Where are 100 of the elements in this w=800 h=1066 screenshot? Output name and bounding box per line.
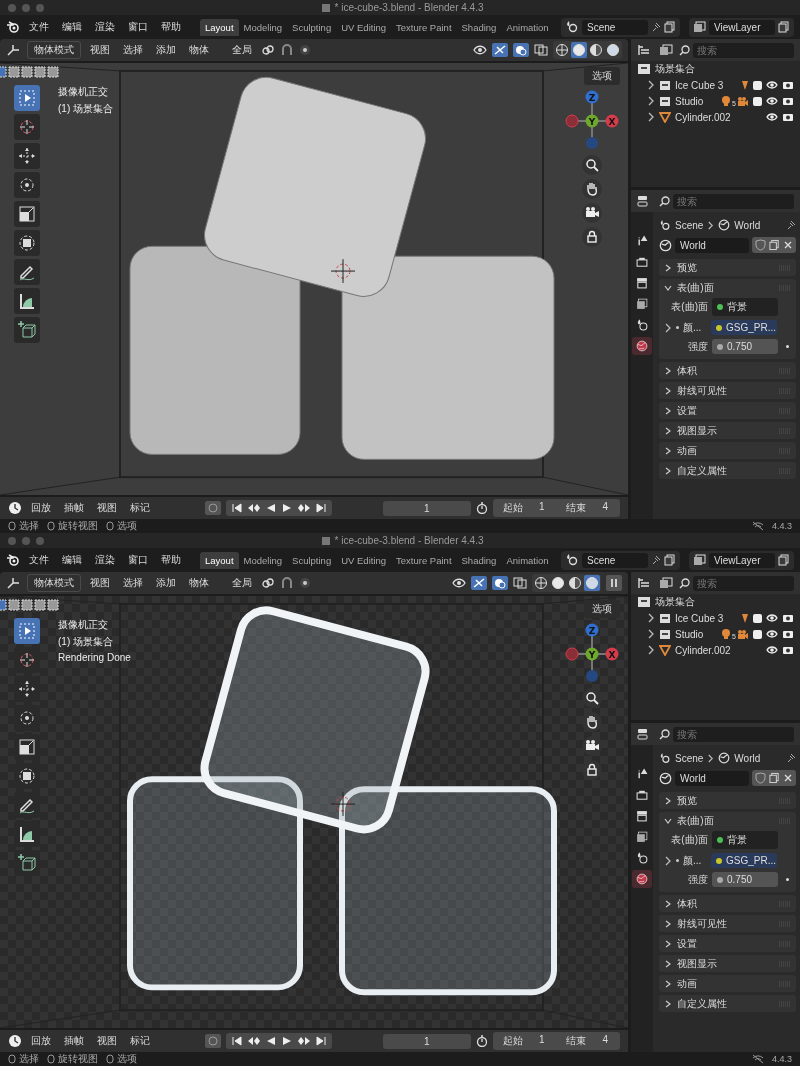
prev-keyframe-icon[interactable] (246, 1036, 261, 1046)
number-field[interactable]: 0.750 (712, 872, 778, 887)
lock-icon[interactable] (582, 227, 602, 247)
pin-icon[interactable] (786, 220, 796, 230)
panel-header[interactable]: 设置 (659, 935, 796, 952)
jump-start-icon[interactable] (230, 503, 243, 513)
menu-item[interactable]: 帮助 (157, 553, 185, 567)
selection-mode-icon[interactable] (21, 66, 33, 78)
keyframe-dot[interactable] (786, 345, 789, 348)
window-control-dot[interactable] (22, 536, 30, 545)
solid-sphere-icon[interactable] (571, 42, 587, 58)
chevron-icon[interactable] (664, 322, 672, 333)
eye-icon[interactable] (473, 44, 487, 56)
tool-button[interactable] (14, 850, 40, 876)
eye-icon[interactable] (766, 645, 778, 655)
close-icon[interactable] (783, 240, 793, 250)
blender-logo-icon[interactable] (6, 21, 20, 33)
jump-end-icon[interactable] (314, 1036, 327, 1046)
shader-field[interactable]: GSG_PR... (711, 853, 777, 868)
tool-button[interactable] (14, 618, 40, 644)
workspace-tab[interactable]: Animation (501, 551, 554, 569)
menu-item[interactable]: 标记 (126, 1034, 154, 1048)
tool-button[interactable] (14, 821, 40, 847)
world-field[interactable]: World (675, 237, 749, 253)
panel-header[interactable]: 预览 (659, 259, 796, 276)
shader-field[interactable]: 背景 (712, 831, 778, 849)
panel-header[interactable]: 射线可见性 (659, 915, 796, 932)
panel-header[interactable]: 设置 (659, 402, 796, 419)
selection-mode-icon[interactable] (47, 66, 59, 78)
menu-item[interactable]: 渲染 (91, 553, 119, 567)
scene-field[interactable]: Scene (582, 552, 648, 568)
shield-icon[interactable] (755, 772, 766, 784)
current-frame-field[interactable]: 1 (382, 500, 471, 516)
tool-button[interactable] (14, 705, 40, 731)
axes-editor-icon[interactable] (6, 44, 22, 56)
panel-header[interactable]: 视图显示 (659, 422, 796, 439)
outliner-item[interactable]: 场景集合 (655, 595, 695, 609)
camera-icon[interactable] (782, 629, 794, 639)
next-keyframe-icon[interactable] (296, 1036, 311, 1046)
chevron-icon[interactable] (664, 855, 672, 866)
eye-icon[interactable] (766, 96, 778, 106)
camera-icon[interactable] (782, 613, 794, 623)
tool-button[interactable] (14, 230, 40, 256)
menu-item[interactable]: 选择 (119, 576, 147, 590)
checkbox[interactable] (753, 80, 762, 90)
menu-item[interactable]: 添加 (152, 43, 180, 57)
workspace-tab[interactable]: UV Editing (336, 551, 392, 569)
tool-button[interactable] (14, 143, 40, 169)
gizmo-icon[interactable] (492, 43, 508, 57)
search-field[interactable]: 搜索 (673, 726, 794, 742)
copy-icon[interactable] (664, 554, 676, 566)
outliner-item[interactable]: Ice Cube 3 (675, 79, 737, 91)
eye-icon[interactable] (766, 80, 778, 90)
lock-icon[interactable] (582, 760, 602, 780)
view-layer-field[interactable]: ViewLayer (709, 552, 775, 568)
axis-gizmo[interactable]: Z Y X (564, 622, 620, 684)
search-field[interactable]: 搜索 (693, 42, 794, 58)
wireframe-sphere-icon[interactable] (554, 42, 570, 58)
record-icon[interactable] (204, 501, 221, 515)
shader-field[interactable]: 背景 (712, 298, 778, 316)
clock-icon[interactable] (8, 1034, 22, 1048)
window-control-dot[interactable] (22, 3, 30, 12)
menu-item[interactable]: 选择 (119, 43, 147, 57)
outliner-item[interactable]: 场景集合 (655, 62, 695, 76)
image-stack-icon[interactable] (693, 21, 706, 33)
scene-icon[interactable] (565, 21, 579, 33)
window-control-dot[interactable] (36, 3, 44, 12)
panel-header[interactable]: 体积 (659, 895, 796, 912)
magnet-icon[interactable] (280, 577, 294, 589)
world-field[interactable]: World (675, 770, 749, 786)
panel-header[interactable]: 动画 (659, 975, 796, 992)
clock-icon[interactable] (8, 501, 22, 515)
window-control-dot[interactable] (8, 536, 16, 545)
window-control-dot[interactable] (8, 3, 16, 12)
shield-icon[interactable] (755, 239, 766, 251)
link-icon[interactable] (261, 577, 275, 589)
wireframe-sphere-icon[interactable] (533, 575, 549, 591)
copy-icon[interactable] (769, 772, 780, 784)
selection-mode-icon[interactable] (47, 599, 59, 611)
axes-editor-icon[interactable] (6, 577, 22, 589)
copy-icon[interactable] (778, 554, 790, 566)
proportional-icon[interactable] (299, 44, 311, 56)
shader-field[interactable]: GSG_PR... (711, 320, 777, 335)
xray-icon[interactable] (513, 577, 527, 589)
menu-item[interactable]: 渲染 (91, 20, 119, 34)
end-frame-field[interactable]: 4 (592, 499, 620, 517)
zoom-icon[interactable] (582, 155, 602, 175)
menu-item[interactable]: 帮助 (157, 20, 185, 34)
jump-end-icon[interactable] (314, 503, 327, 513)
workspace-tab[interactable]: Sculpting (287, 18, 337, 36)
start-frame-field[interactable]: 1 (528, 499, 557, 517)
menu-item[interactable]: 窗口 (124, 553, 152, 567)
view-layer-field[interactable]: ViewLayer (709, 19, 775, 35)
outliner-item[interactable]: Studio (675, 95, 718, 107)
hand-icon[interactable] (582, 179, 602, 199)
properties-tab[interactable] (632, 337, 652, 355)
tool-button[interactable] (14, 172, 40, 198)
axis-gizmo[interactable]: Z Y X (564, 89, 620, 151)
overlay-icon[interactable] (513, 43, 529, 57)
panel-header[interactable]: 体积 (659, 362, 796, 379)
